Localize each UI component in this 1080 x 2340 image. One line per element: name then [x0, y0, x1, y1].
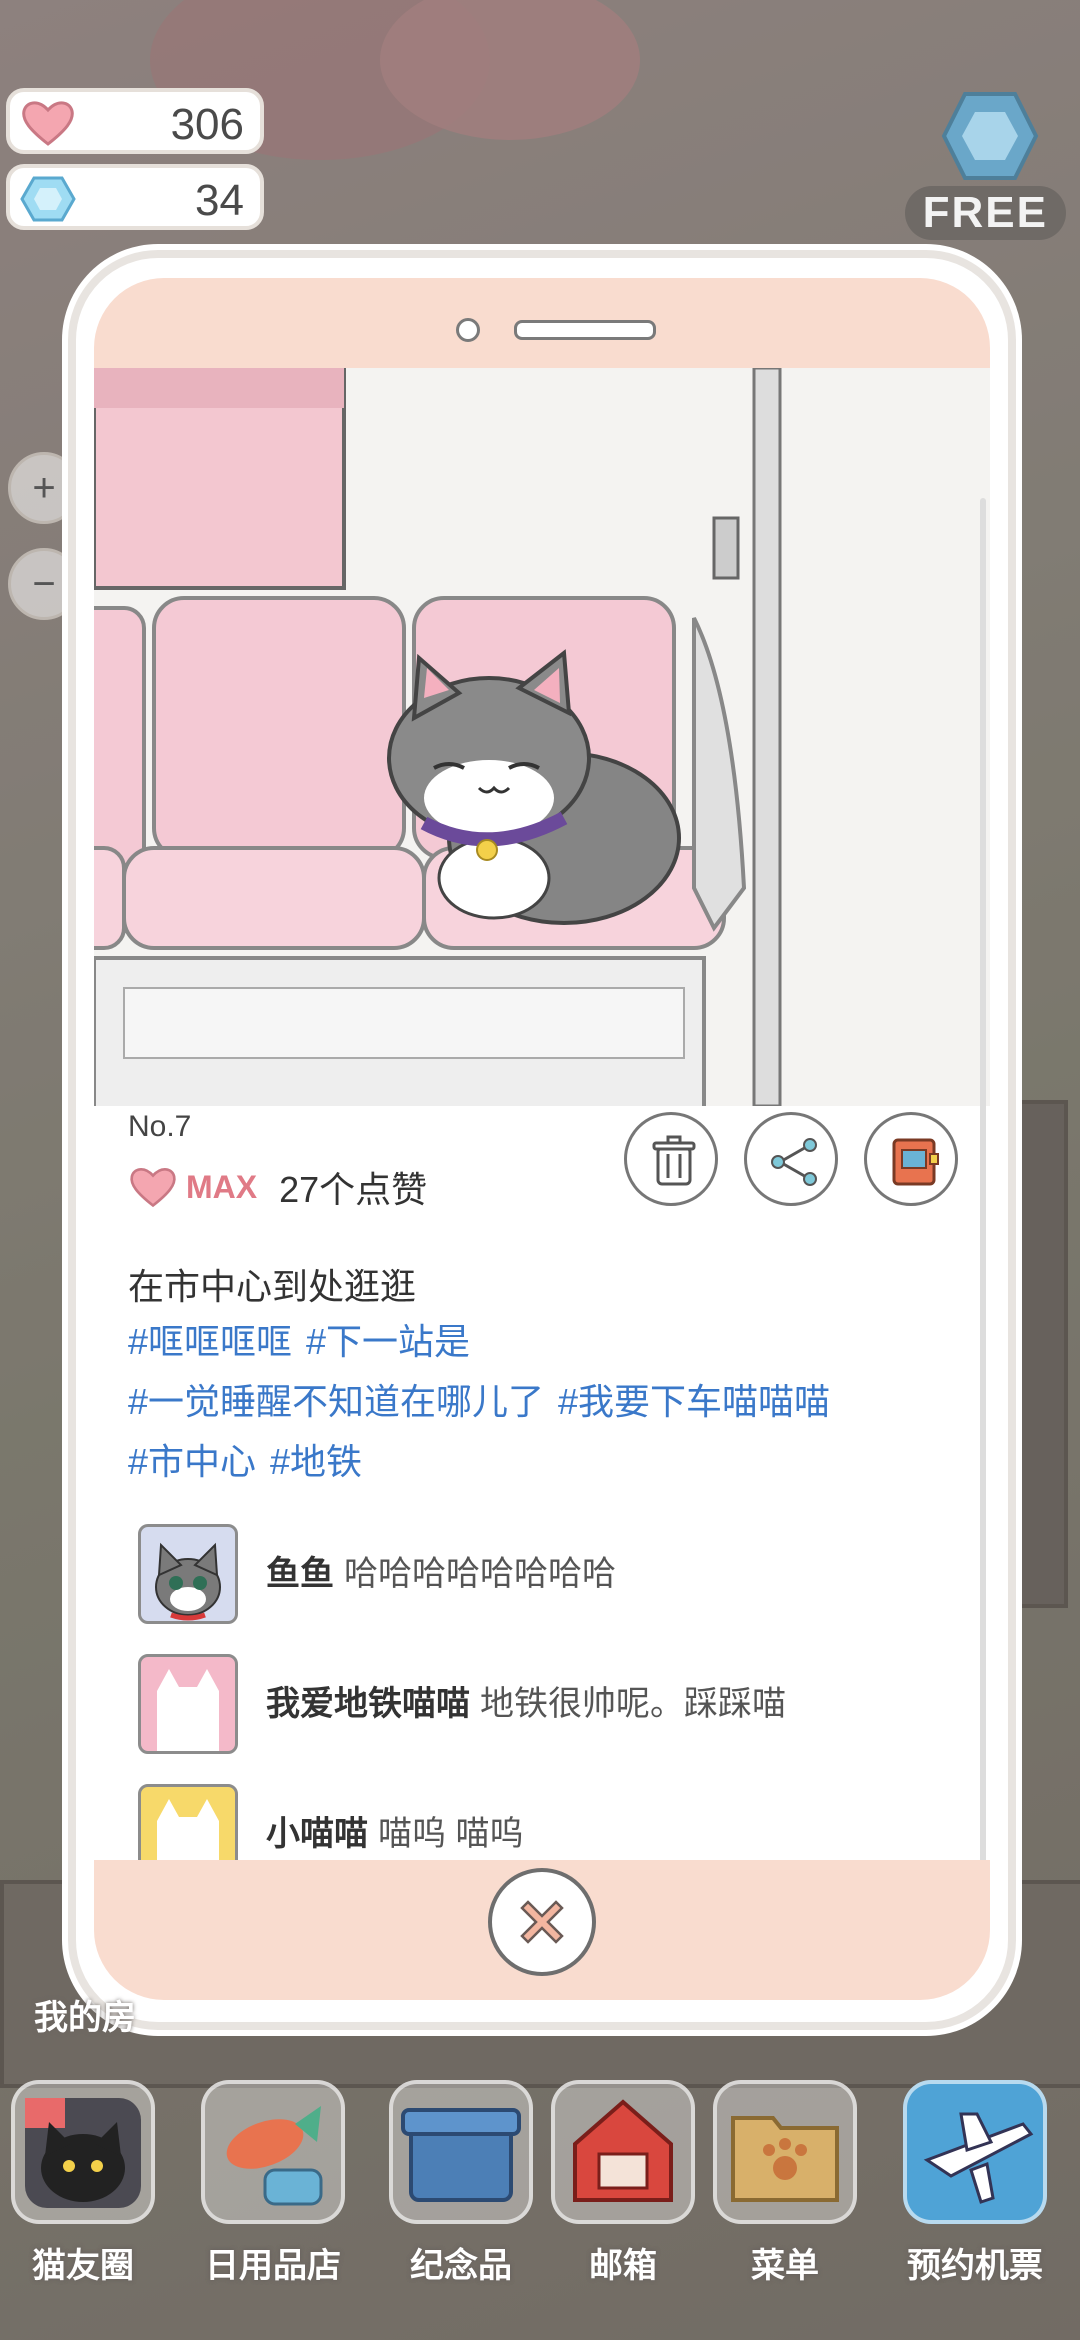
comment-text: 哈哈哈哈哈哈哈哈 — [344, 1555, 616, 1593]
like-heart-icon[interactable] — [128, 1165, 178, 1209]
share-button[interactable] — [744, 1112, 838, 1206]
comment-item: 小喵喵 喵呜 喵呜 — [138, 1784, 978, 1860]
post-number: No.7 — [128, 1110, 192, 1143]
photo-post-modal: No.7 MAX 27个点赞 在市中心到处逛逛 #哐哐哐哐 #下一站是 #一觉睡… — [68, 250, 1016, 2030]
comment-author[interactable]: 鱼鱼 — [266, 1555, 334, 1593]
pink-cat-silhouette[interactable] — [138, 1654, 238, 1754]
free-gem-icon[interactable] — [940, 88, 1040, 184]
heart-counter: 306 — [6, 88, 264, 154]
nav-label: 邮箱 — [589, 2247, 657, 2285]
likes-count: 27个点赞 — [279, 1169, 428, 1210]
bottom-nav: 猫友圈 日用品店 纪念品 邮箱 菜单 预约机票 — [0, 1970, 1080, 2340]
comment-text: 喵呜 喵呜 — [378, 1815, 524, 1853]
hashtag[interactable]: #市中心 — [128, 1441, 256, 1482]
post-caption: 在市中心到处逛逛 — [128, 1266, 417, 1307]
yellow-cat-silhouette[interactable] — [138, 1784, 238, 1860]
camera-dot-icon — [456, 318, 480, 342]
delete-button[interactable] — [624, 1112, 718, 1206]
close-x-icon — [520, 1900, 564, 1944]
folder-paw-icon — [713, 2080, 857, 2224]
gem-counter: 34 — [6, 164, 264, 230]
gift-box-icon — [389, 2080, 533, 2224]
hashtag[interactable]: #哐哐哐哐 — [128, 1321, 292, 1362]
likes-row: MAX 27个点赞 — [128, 1160, 427, 1214]
hashtag[interactable]: #我要下车喵喵喵 — [558, 1381, 830, 1422]
post-screen: No.7 MAX 27个点赞 在市中心到处逛逛 #哐哐哐哐 #下一站是 #一觉睡… — [94, 368, 990, 1860]
fish-toy-icon — [201, 2080, 345, 2224]
comment-author[interactable]: 我爱地铁喵喵 — [266, 1685, 470, 1723]
nav-label: 菜单 — [751, 2247, 819, 2285]
airplane-icon — [903, 2080, 1047, 2224]
nav-label: 日用品店 — [205, 2247, 341, 2285]
share-icon — [771, 1138, 817, 1186]
comment-item: 我爱地铁喵喵 地铁很帅呢。踩踩喵 — [138, 1654, 978, 1758]
nav-label: 纪念品 — [410, 2247, 512, 2285]
comment-text: 地铁很帅呢。踩踩喵 — [480, 1685, 786, 1723]
comment-item: 鱼鱼 哈哈哈哈哈哈哈哈 — [138, 1524, 978, 1628]
heart-count: 306 — [170, 100, 244, 149]
max-label: MAX — [186, 1168, 258, 1205]
red-mailbox-icon — [551, 2080, 695, 2224]
hashtag[interactable]: #下一站是 — [306, 1321, 470, 1362]
comment-author[interactable]: 小喵喵 — [266, 1815, 368, 1853]
nav-menu[interactable]: 菜单 — [710, 2080, 860, 2320]
heart-icon — [22, 101, 74, 146]
gem-count: 34 — [195, 176, 244, 225]
nav-label: 猫友圈 — [32, 2247, 134, 2285]
album-book-icon — [892, 1138, 939, 1186]
close-button[interactable] — [488, 1868, 596, 1976]
phone-top-bar — [94, 278, 990, 368]
nav-cat-friends[interactable]: 猫友圈 — [8, 2080, 158, 2320]
free-gem-badge[interactable]: FREE — [904, 186, 1066, 240]
album-button[interactable] — [864, 1112, 958, 1206]
post-photo — [94, 368, 990, 1106]
gem-icon — [20, 176, 76, 222]
nav-daily-store[interactable]: 日用品店 — [198, 2080, 348, 2320]
nav-mailbox[interactable]: 邮箱 — [548, 2080, 698, 2320]
nav-label: 预约机票 — [907, 2247, 1043, 2285]
grey-cat-avatar[interactable] — [138, 1524, 238, 1624]
trash-icon — [652, 1135, 696, 1186]
hashtag[interactable]: #一觉睡醒不知道在哪儿了 — [128, 1381, 544, 1422]
black-cat-camera-icon — [11, 2080, 155, 2224]
hashtag[interactable]: #地铁 — [270, 1441, 362, 1482]
nav-book-flight[interactable]: 预约机票 — [900, 2080, 1050, 2320]
hashtag-list: #哐哐哐哐 #下一站是 #一觉睡醒不知道在哪儿了 #我要下车喵喵喵 #市中心 #地铁 — [128, 1312, 988, 1492]
scrollbar[interactable] — [980, 498, 986, 1860]
speaker-slot-icon — [514, 320, 656, 340]
nav-souvenirs[interactable]: 纪念品 — [386, 2080, 536, 2320]
